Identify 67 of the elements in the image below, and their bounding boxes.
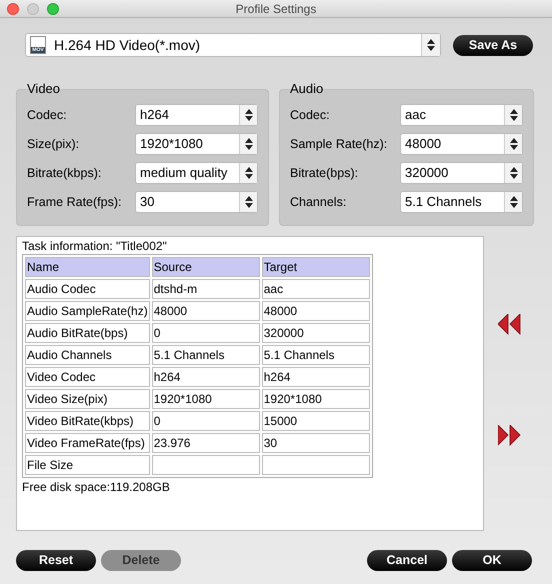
table-cell: 15000 xyxy=(262,411,370,431)
field-label: Sample Rate(hz): xyxy=(290,136,388,153)
select-field[interactable]: h264 xyxy=(135,104,258,126)
table-cell: Audio Channels xyxy=(25,345,150,365)
column-header: Name xyxy=(25,257,150,277)
field-label: Bitrate(kbps): xyxy=(27,164,102,182)
table-cell: 5.1 Channels xyxy=(152,345,260,365)
select-field[interactable]: aac xyxy=(400,104,523,126)
stepper-icon xyxy=(510,167,518,179)
table-cell: 1920*1080 xyxy=(262,389,370,409)
stepper-icon xyxy=(244,138,252,150)
table-cell: aac xyxy=(262,279,370,299)
close-icon[interactable] xyxy=(7,3,19,15)
field-label: Frame Rate(fps): xyxy=(27,194,122,211)
stepper-icon xyxy=(427,39,435,51)
table-cell: 0 xyxy=(152,323,260,343)
stepper-icon xyxy=(244,196,252,208)
table-cell: Video Codec xyxy=(25,367,150,387)
table-cell: 30 xyxy=(262,433,370,453)
table-cell: dtshd-m xyxy=(152,279,260,299)
select-field[interactable]: 30 xyxy=(135,191,258,213)
table-cell: 320000 xyxy=(262,323,370,343)
table-cell: Video FrameRate(fps) xyxy=(25,433,150,453)
stepper-icon xyxy=(244,109,252,121)
free-disk-space: Free disk space:119.208GB xyxy=(22,479,171,496)
profile-value: H.264 HD Video(*.mov) xyxy=(53,36,202,55)
field-label: Codec: xyxy=(27,106,68,124)
field-label: Bitrate(bps): xyxy=(290,164,360,182)
field-label: Size(pix): xyxy=(27,136,80,153)
table-cell: 48000 xyxy=(152,301,260,321)
stepper-icon xyxy=(510,196,518,208)
fast-forward-icon[interactable] xyxy=(498,425,522,446)
table-cell: Audio SampleRate(hz) xyxy=(25,301,150,321)
table-cell: h264 xyxy=(152,367,260,387)
table-cell: 5.1 Channels xyxy=(262,345,370,365)
table-cell: 23.976 xyxy=(152,433,260,453)
table-cell: 1920*1080 xyxy=(152,389,260,409)
maximize-icon[interactable] xyxy=(47,3,59,15)
stepper-icon xyxy=(244,167,252,179)
select-field[interactable]: 1920*1080 xyxy=(135,133,258,155)
button[interactable]: Reset xyxy=(16,550,96,571)
select-field[interactable]: 5.1 Channels xyxy=(400,191,523,213)
group-title: Audio xyxy=(290,80,324,98)
select-field[interactable]: medium quality xyxy=(135,162,258,184)
table-cell: File Size xyxy=(25,455,150,475)
field-label: Channels: xyxy=(290,194,348,211)
window-title: Profile Settings xyxy=(236,0,316,18)
table-cell: Video BitRate(kbps) xyxy=(25,411,150,431)
table-cell: 48000 xyxy=(262,301,370,321)
select-field[interactable]: 320000 xyxy=(400,162,523,184)
select-field[interactable]: 48000 xyxy=(400,133,523,155)
stepper-icon xyxy=(510,109,518,121)
table-cell: h264 xyxy=(262,367,370,387)
table-cell: Audio Codec xyxy=(25,279,150,299)
button[interactable]: Cancel xyxy=(367,550,447,571)
stepper-icon xyxy=(510,138,518,150)
field-label: Codec: xyxy=(290,106,331,124)
button[interactable]: OK xyxy=(452,550,532,571)
table-cell: Audio BitRate(bps) xyxy=(25,323,150,343)
table-cell: 0 xyxy=(152,411,260,431)
column-header: Source xyxy=(152,257,260,277)
rewind-icon[interactable] xyxy=(498,314,522,335)
task-title: Task information: "Title002" xyxy=(22,239,168,254)
group-title: Video xyxy=(27,80,60,98)
button[interactable]: Save As xyxy=(453,34,533,56)
column-header: Target xyxy=(262,257,370,277)
table-cell: Video Size(pix) xyxy=(25,389,150,409)
